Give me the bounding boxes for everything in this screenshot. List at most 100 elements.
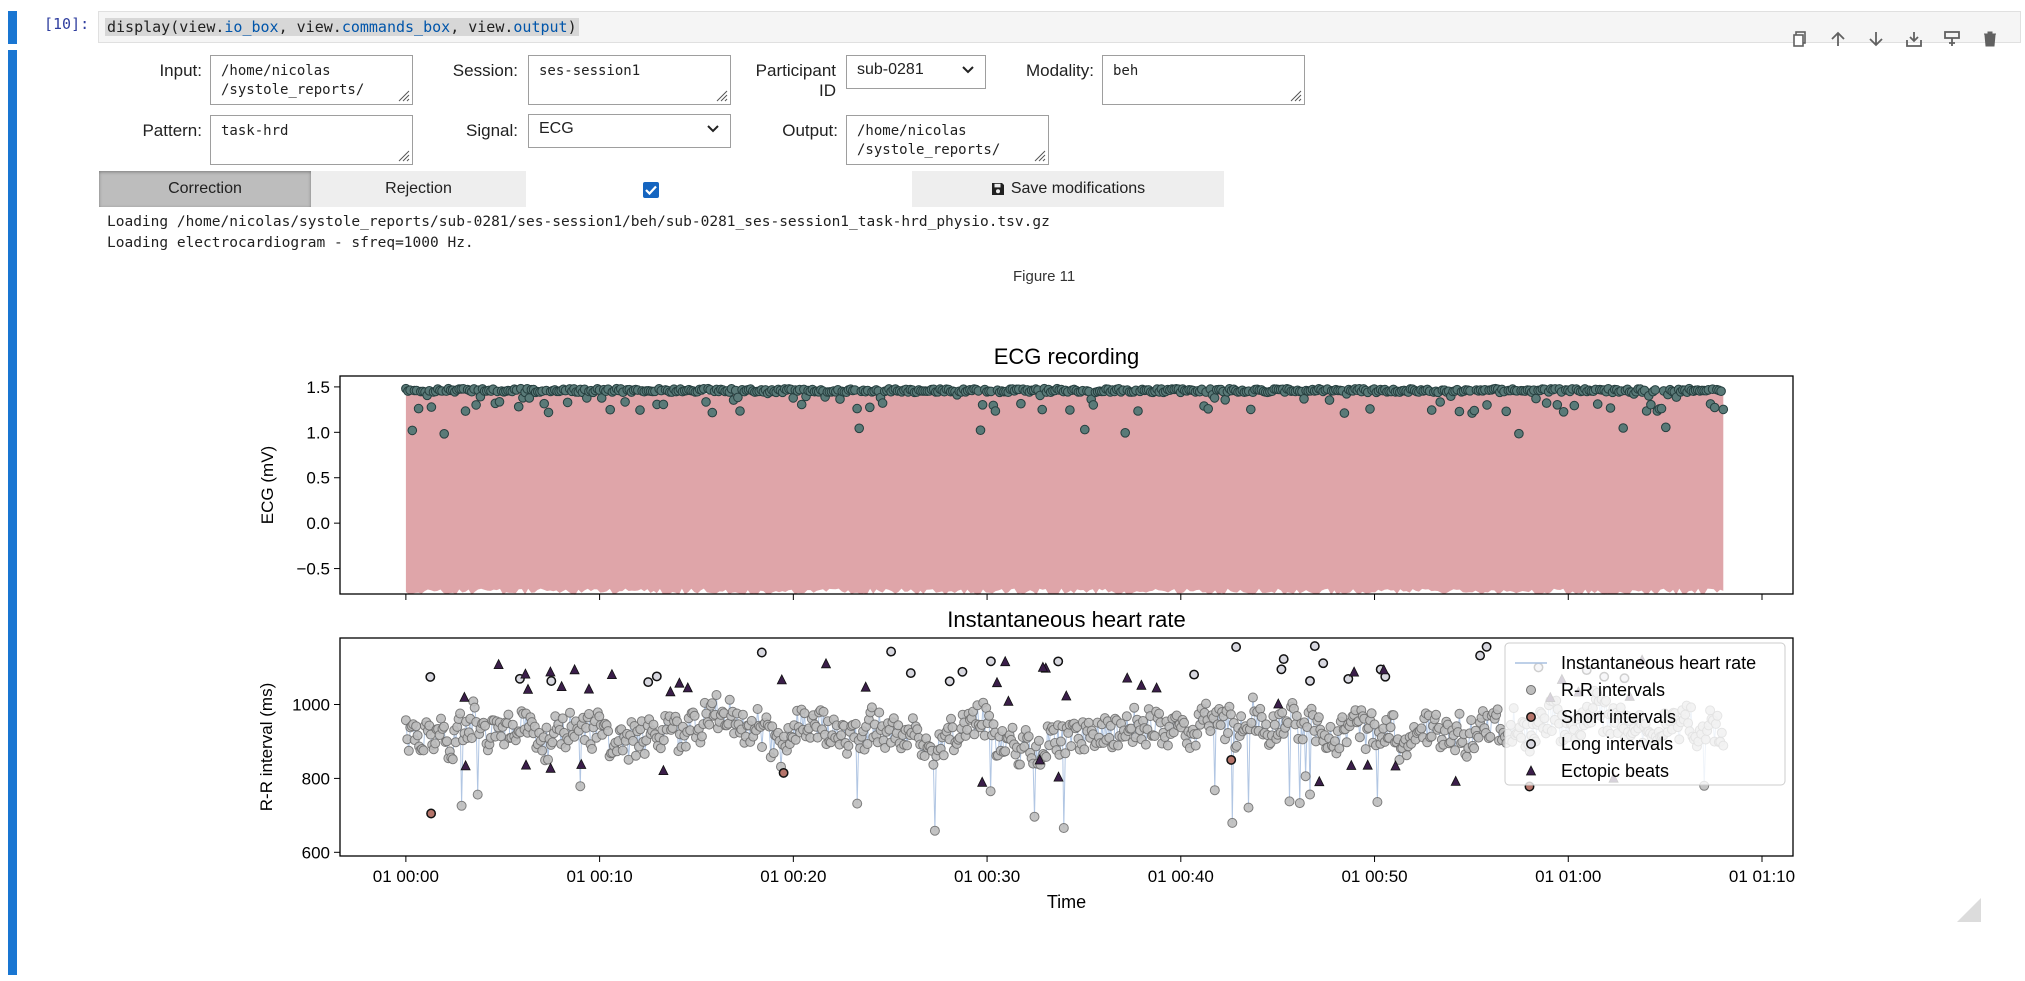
- rr-interval-point: [1463, 743, 1474, 754]
- rr-interval-point: [935, 743, 946, 754]
- r-peak-point: [1137, 384, 1147, 395]
- copy-icon[interactable]: [1788, 27, 1812, 51]
- cell-collapser-output[interactable]: [8, 50, 17, 975]
- delete-icon[interactable]: [1978, 27, 2002, 51]
- rr-interval-point: [1438, 739, 1449, 750]
- rr-interval-point: [905, 730, 915, 741]
- rr-interval-point: [686, 708, 697, 719]
- rr-interval-point: [881, 726, 892, 737]
- rr-interval-point: [721, 720, 732, 731]
- rr-interval-point: [991, 750, 1002, 761]
- rr-interval-point: [1225, 709, 1236, 720]
- correction-toggle-button[interactable]: Correction: [99, 171, 311, 207]
- rr-interval-point: [471, 717, 482, 727]
- show-peaks-checkbox[interactable]: [643, 182, 659, 198]
- rr-interval-point: [512, 728, 523, 739]
- r-peak-point: [677, 386, 688, 397]
- rr-interval-point: [1287, 698, 1298, 708]
- rr-interval-point: [1230, 742, 1241, 753]
- r-peak-point: [1369, 384, 1379, 394]
- rejection-toggle-button[interactable]: Rejection: [311, 171, 526, 207]
- move-down-icon[interactable]: [1864, 27, 1888, 51]
- rr-interval-point: [773, 727, 784, 738]
- input-path-field[interactable]: /home/nicolas /systole_reports/: [210, 55, 413, 105]
- rr-interval-point: [1253, 725, 1264, 736]
- r-peak-point: [1299, 394, 1309, 404]
- r-peak-point: [1592, 399, 1603, 409]
- participant-id-select[interactable]: sub-0281: [846, 55, 986, 89]
- rr-interval-point: [606, 748, 616, 759]
- pattern-field[interactable]: task-hrd: [210, 115, 413, 165]
- signal-select[interactable]: ECG: [528, 114, 731, 148]
- rr-interval-point: [802, 725, 813, 736]
- rr-interval-point: [768, 748, 779, 759]
- insert-below-icon[interactable]: [1902, 27, 1926, 51]
- ectopic-beat-marker: [1273, 698, 1284, 709]
- rr-interval-point: [973, 719, 984, 730]
- modality-field[interactable]: beh: [1102, 55, 1305, 105]
- resize-grip-icon[interactable]: [716, 90, 728, 102]
- rr-interval-point: [1375, 738, 1386, 749]
- rr-interval-point: [1470, 725, 1481, 736]
- r-peak-point: [418, 386, 428, 397]
- save-modifications-button[interactable]: Save modifications: [912, 171, 1224, 207]
- long-interval-point: [1581, 665, 1592, 676]
- code-editor[interactable]: display(view.io_box, view.commands_box, …: [98, 11, 2021, 47]
- rr-interval-point: [1551, 695, 1562, 706]
- rr-interval-point: [946, 713, 956, 724]
- rr-interval-point: [1625, 730, 1636, 741]
- cell-collapser-input[interactable]: [8, 11, 17, 44]
- insert-above-icon[interactable]: [1940, 27, 1964, 51]
- rr-interval-point: [504, 733, 515, 743]
- rr-interval-point: [443, 753, 454, 764]
- r-peak-point: [601, 386, 611, 397]
- resize-grip-icon[interactable]: [1034, 150, 1046, 162]
- rr-interval-point: [1587, 703, 1598, 714]
- r-peak-point: [843, 385, 854, 395]
- rr-interval-point: [572, 723, 583, 734]
- rr-interval-point: [499, 739, 510, 750]
- r-peak-point: [1629, 389, 1639, 399]
- rr-interval-point: [1694, 725, 1705, 736]
- resize-grip-icon[interactable]: [1290, 90, 1302, 102]
- rr-interval-point: [422, 725, 433, 736]
- r-peak-point: [1346, 385, 1356, 396]
- resize-grip-icon[interactable]: [398, 150, 410, 162]
- output-path-field[interactable]: /home/nicolas /systole_reports/: [846, 115, 1049, 165]
- rr-interval-point: [1256, 712, 1267, 722]
- rr-interval-point: [1309, 725, 1320, 736]
- r-peak-point: [450, 387, 460, 397]
- r-peak-point: [509, 384, 520, 395]
- r-peak-point: [1241, 386, 1252, 397]
- r-peak-point: [1043, 384, 1054, 395]
- rr-interval-point: [847, 720, 858, 730]
- r-peak-point: [805, 386, 816, 397]
- rr-interval-point: [787, 732, 798, 743]
- rr-interval-point: [1582, 701, 1592, 712]
- move-up-icon[interactable]: [1826, 27, 1850, 51]
- r-peak-point: [1446, 391, 1456, 402]
- r-peak-point: [1507, 384, 1518, 394]
- session-field[interactable]: ses-session1: [528, 55, 731, 105]
- r-peak-point: [1058, 386, 1069, 397]
- rr-interval-point: [837, 719, 848, 730]
- figure-resize-handle-icon[interactable]: [1957, 898, 1981, 922]
- rr-interval-point: [1614, 709, 1625, 720]
- long-interval-point: [985, 656, 996, 667]
- rr-interval-point: [865, 707, 876, 718]
- rr-interval-point: [1413, 726, 1424, 737]
- rr-interval-point: [1502, 728, 1513, 739]
- r-peak-point: [1045, 387, 1056, 398]
- rr-interval-point: [1461, 751, 1472, 762]
- rr-interval-point: [1630, 726, 1641, 737]
- r-peak-point: [856, 386, 867, 397]
- ectopic-beat-marker: [1314, 775, 1325, 787]
- r-peak-point: [1578, 386, 1588, 396]
- r-peak-point: [1431, 386, 1441, 397]
- r-peak-point: [1301, 385, 1311, 396]
- r-peak-point: [611, 383, 622, 394]
- r-peak-point: [741, 385, 752, 396]
- resize-grip-icon[interactable]: [398, 90, 410, 102]
- r-peak-point: [407, 425, 418, 436]
- r-peak-point: [552, 386, 562, 397]
